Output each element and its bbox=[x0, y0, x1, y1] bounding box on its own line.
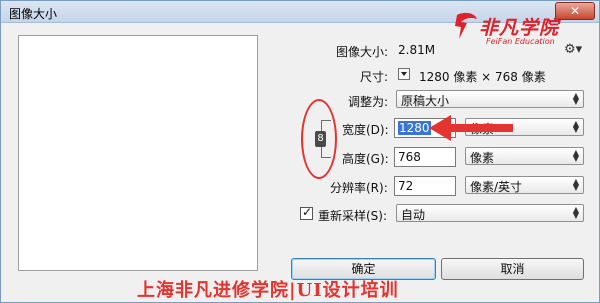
chevron-updown-icon: ▲ ▼ bbox=[572, 91, 579, 106]
fit-to-value: 原稿大小 bbox=[401, 94, 450, 108]
chevron-updown-icon: ▲ ▼ bbox=[572, 205, 579, 220]
dimensions-label: 尺寸: bbox=[360, 70, 389, 84]
close-button[interactable]: ✕ bbox=[555, 2, 595, 20]
watermark-text: 上海非凡进修学院|UI设计培训 bbox=[137, 280, 399, 301]
resample-value: 自动 bbox=[401, 208, 426, 222]
resolution-label: 分辨率(R): bbox=[330, 181, 388, 195]
window-title: 图像大小 bbox=[9, 7, 58, 21]
brand-logo-block: 非凡学院 FeiFan Education bbox=[451, 11, 561, 51]
height-unit-value: 像素 bbox=[470, 151, 495, 165]
resample-label: 重新采样(S): bbox=[318, 209, 388, 223]
resolution-unit-value: 像素/英寸 bbox=[470, 180, 523, 194]
width-label: 宽度(D): bbox=[342, 123, 389, 137]
brand-logo-icon bbox=[455, 12, 477, 39]
chevron-updown-icon: ▲ ▼ bbox=[572, 148, 579, 163]
gear-icon[interactable]: ⚙▾ bbox=[564, 42, 582, 57]
chain-link-icon[interactable]: 8 bbox=[315, 131, 326, 147]
fit-to-label: 调整为: bbox=[348, 95, 389, 109]
height-unit-select[interactable]: 像素 ▲ ▼ bbox=[465, 147, 584, 165]
annotation-arrow-head bbox=[429, 115, 451, 141]
dimensions-unit-dropdown[interactable] bbox=[398, 68, 410, 80]
image-size-label: 图像大小: bbox=[336, 45, 389, 59]
width-value: 1280 bbox=[398, 121, 431, 135]
height-input[interactable]: 768 bbox=[394, 147, 456, 167]
dimensions-value: 1280 像素 × 768 像素 bbox=[419, 70, 546, 84]
annotation-arrow-shaft bbox=[449, 124, 513, 132]
chevron-updown-icon: ▲ ▼ bbox=[572, 119, 579, 134]
image-size-dialog: 图像大小 ✕ 非凡学院 FeiFan Education 图像大小: 2.81M… bbox=[0, 0, 600, 303]
image-preview bbox=[18, 35, 258, 271]
image-size-value: 2.81M bbox=[398, 43, 436, 57]
resolution-value: 72 bbox=[398, 179, 414, 193]
brand-subtitle: FeiFan Education bbox=[486, 37, 555, 46]
cancel-button[interactable]: 取消 bbox=[441, 258, 584, 280]
fit-to-select[interactable]: 原稿大小 ▲ ▼ bbox=[396, 90, 584, 108]
resolution-unit-select[interactable]: 像素/英寸 ▲ ▼ bbox=[465, 176, 584, 194]
chevron-updown-icon: ▲ ▼ bbox=[572, 177, 579, 192]
close-icon: ✕ bbox=[569, 4, 581, 18]
height-value: 768 bbox=[398, 150, 421, 164]
resample-checkbox[interactable] bbox=[300, 205, 313, 220]
resample-select[interactable]: 自动 ▲ ▼ bbox=[396, 204, 584, 222]
brand-name: 非凡学院 bbox=[479, 17, 560, 39]
height-label: 高度(G): bbox=[342, 152, 389, 166]
resolution-input[interactable]: 72 bbox=[394, 176, 456, 196]
